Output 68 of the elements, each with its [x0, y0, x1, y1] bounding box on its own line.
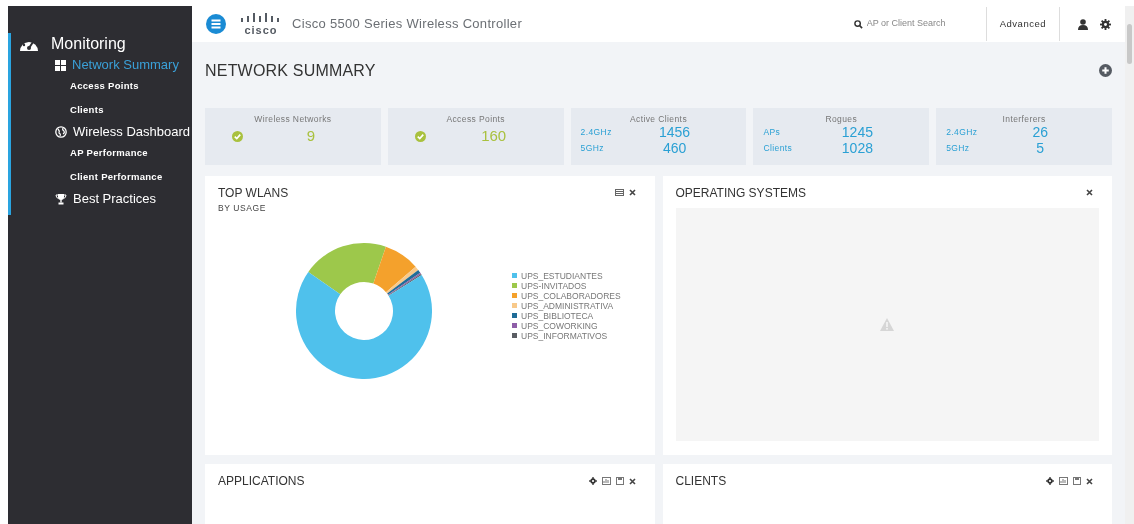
legend-label[interactable]: UPS_ADMINISTRATIVA: [521, 300, 614, 311]
panel-title: CLIENTS: [675, 474, 727, 488]
app-title: Cisco 5500 Series Wireless Controller: [292, 15, 522, 34]
tile-title: Access Points: [445, 114, 506, 124]
close-icon[interactable]: [1086, 189, 1093, 196]
advanced-link[interactable]: Advanced: [986, 16, 1059, 32]
settings-icon[interactable]: [1100, 18, 1111, 30]
tile-label: Clients: [763, 141, 794, 155]
close-icon[interactable]: [1086, 477, 1093, 485]
summary-tile[interactable]: Rogues APs 1245 Clients 1028: [753, 108, 930, 165]
save-icon[interactable]: [615, 477, 624, 485]
legend-label[interactable]: UPS_ESTUDIANTES: [521, 270, 603, 281]
panel-title: APPLICATIONS: [218, 474, 305, 488]
nav-subitem[interactable]: Clients: [70, 102, 104, 118]
search-field[interactable]: AP or Client Search: [866, 17, 967, 31]
summary-tile[interactable]: Active Clients 2.4GHz 1456 5GHz 460: [570, 108, 747, 165]
tile-title: Active Clients: [628, 114, 689, 124]
thin-slices: [386, 266, 422, 296]
legend-label[interactable]: UPS_BIBLIOTECA: [521, 310, 594, 321]
tile-label: 5GHz: [580, 141, 605, 155]
page-title: NETWORK SUMMARY: [205, 60, 376, 81]
globe-icon: [55, 126, 67, 138]
settings-icon[interactable]: [588, 477, 597, 485]
warning-icon: [880, 318, 895, 331]
chart-icon[interactable]: [1059, 477, 1068, 485]
tile-label: 2.4GHz: [946, 125, 979, 139]
nav-item[interactable]: Network Summary: [72, 55, 179, 75]
summary-tile[interactable]: Access Points 160: [387, 108, 564, 165]
panel-title: TOP WLANS: [218, 186, 289, 200]
tile-title: Interferers: [1001, 114, 1047, 124]
check-icon: [414, 130, 426, 142]
summary-tile[interactable]: Wireless Networks 9: [205, 108, 381, 165]
nav-item[interactable]: Best Practices: [73, 189, 157, 209]
nav-section[interactable]: Monitoring: [51, 32, 126, 56]
user-icon[interactable]: [1078, 18, 1088, 30]
tile-label: 2.4GHz: [580, 125, 613, 139]
close-icon[interactable]: [628, 189, 636, 196]
nav-item[interactable]: Wireless Dashboard: [73, 122, 191, 142]
legend-label[interactable]: UPS_INFORMATIVOS: [521, 330, 608, 341]
trophy-icon: [55, 193, 67, 205]
close-icon[interactable]: [628, 477, 636, 485]
panel-subtitle: BY USAGE: [218, 202, 268, 215]
search-icon: [853, 19, 863, 29]
legend-label[interactable]: UPS-INVITADOS: [521, 280, 587, 291]
nav-subitem[interactable]: Client Performance: [70, 169, 163, 185]
legend-label[interactable]: UPS_COWORKING: [521, 320, 598, 331]
logo-wordmark: cisco: [244, 24, 278, 36]
tile-label: APs: [763, 125, 782, 139]
summary-tile[interactable]: Interferers 2.4GHz 26 5GHz 5: [936, 108, 1112, 165]
add-icon[interactable]: [1099, 64, 1112, 77]
chart-icon[interactable]: [601, 477, 611, 485]
grid-icon: [55, 59, 66, 71]
nav-subitem[interactable]: Access Points: [70, 78, 139, 94]
check-icon: [232, 130, 243, 142]
tile-value: 9: [305, 126, 317, 146]
tile-title: Rogues: [824, 114, 859, 124]
table-icon[interactable]: [614, 189, 624, 196]
nav-subitem[interactable]: AP Performance: [70, 145, 148, 161]
menu-icon[interactable]: [206, 14, 226, 34]
tile-title: Wireless Networks: [253, 114, 333, 124]
logo-bars-icon: [240, 12, 282, 25]
legend-label[interactable]: UPS_COLABORADORES: [521, 290, 621, 301]
save-icon[interactable]: [1073, 477, 1081, 485]
tile-label: 5GHz: [946, 141, 971, 155]
scrollbar[interactable]: [1125, 6, 1134, 524]
panel-title: OPERATING SYSTEMS: [675, 186, 806, 200]
settings-icon[interactable]: [1046, 477, 1054, 485]
tile-value: 160: [480, 126, 508, 146]
